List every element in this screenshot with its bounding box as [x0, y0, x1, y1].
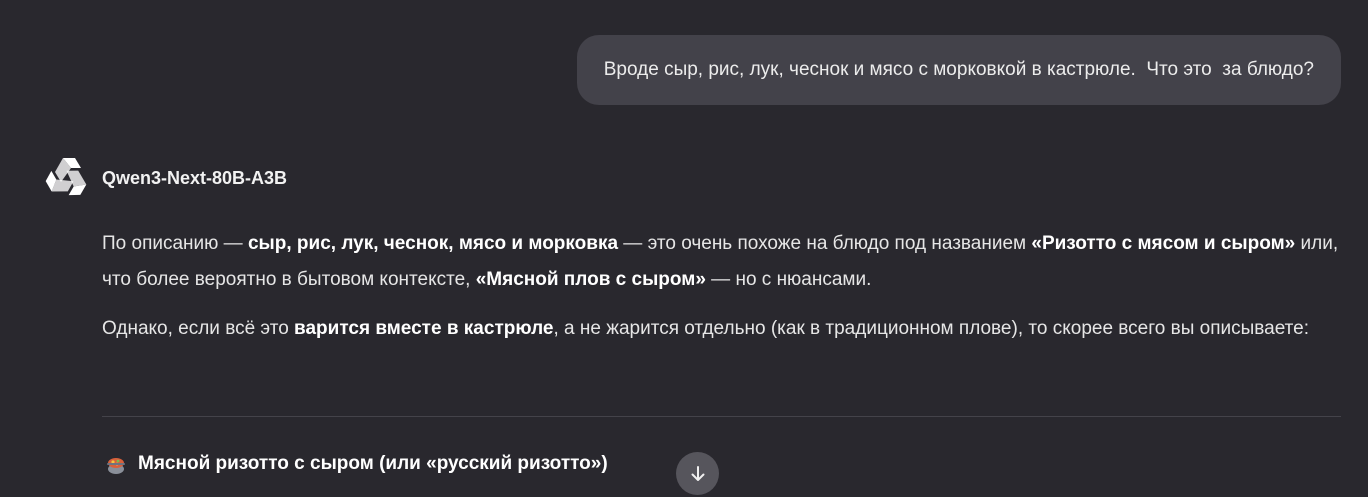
qwen-logo-icon [45, 158, 87, 196]
model-name: Qwen3-Next-80B-A3B [102, 167, 288, 188]
section-heading-text: Мясной ризотто с сыром (или «русский риз… [138, 453, 608, 474]
user-message-text: Вроде сыр, рис, лук, чеснок и мясо с мор… [603, 59, 1314, 80]
assistant-answer: По описанию — сыр, рис, лук, чеснок, мяс… [102, 226, 1342, 360]
answer-paragraph-2: Однако, если всё это варится вместе в ка… [102, 311, 1342, 347]
user-message-bubble: Вроде сыр, рис, лук, чеснок и мясо с мор… [576, 35, 1341, 105]
answer-text: — но с нюансами. [705, 269, 872, 290]
answer-text: Однако, если всё это [102, 318, 295, 339]
arrow-down-icon [691, 465, 704, 481]
answer-bold-text: варится вместе в кастрюле [294, 318, 554, 339]
answer-bold-text: «Мясной плов с сыром» [475, 269, 706, 290]
answer-bold-text: сыр, рис, лук, чеснок, мясо и морковка [247, 233, 619, 254]
section-divider [102, 416, 1341, 417]
answer-paragraph-1: По описанию — сыр, рис, лук, чеснок, мяс… [102, 226, 1342, 298]
answer-text: , а не жарится отдельно (как в традицион… [553, 318, 1309, 339]
answer-bold-text: «Ризотто с мясом и сыром» [1031, 233, 1296, 254]
stew-pot-emoji-icon [107, 458, 125, 474]
model-header: Qwen3-Next-80B-A3B [45, 156, 287, 200]
answer-text: — это очень похоже на блюдо под название… [618, 233, 1032, 254]
scroll-to-bottom-button[interactable] [676, 452, 719, 495]
answer-text: По описанию — [102, 233, 248, 254]
section-heading: Мясной ризотто с сыром (или «русский риз… [104, 452, 608, 476]
